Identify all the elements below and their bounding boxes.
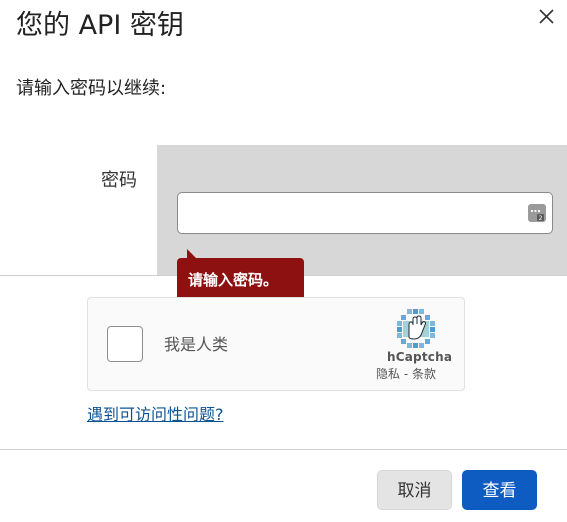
captcha-link-separator: - (400, 367, 412, 381)
hcaptcha-brand: hCaptcha (387, 350, 453, 364)
dialog-title: 您的 API 密钥 (16, 10, 184, 41)
dialog-prompt: 请输入密码以继续: (16, 78, 167, 99)
svg-text:2: 2 (539, 215, 543, 222)
footer-divider (0, 449, 567, 450)
captcha-terms-link[interactable]: 条款 (412, 367, 436, 381)
password-field-cell: 2 (157, 145, 567, 275)
password-label-cell: 密码 (0, 145, 157, 275)
password-row: 密码 2 (0, 145, 567, 275)
cancel-button[interactable]: 取消 (377, 470, 452, 510)
view-button[interactable]: 查看 (462, 470, 537, 510)
close-button[interactable] (534, 4, 560, 30)
captcha-checkbox-label: 我是人类 (164, 335, 229, 354)
close-icon (539, 9, 554, 24)
password-manager-icon[interactable]: 2 (527, 203, 547, 223)
hcaptcha-logo-icon (397, 309, 435, 348)
password-error-text: 请输入密码。 (188, 271, 279, 289)
accessibility-link[interactable]: 遇到可访问性问题? (87, 404, 224, 426)
captcha-checkbox[interactable] (107, 326, 143, 362)
captcha-privacy-link[interactable]: 隐私 (376, 367, 400, 381)
password-input[interactable] (177, 192, 553, 234)
captcha-links: 隐私 - 条款 (376, 366, 436, 382)
password-label: 密码 (101, 170, 137, 191)
hcaptcha-widget: 我是人类 hCaptcha 隐私 - 条款 (87, 297, 465, 391)
